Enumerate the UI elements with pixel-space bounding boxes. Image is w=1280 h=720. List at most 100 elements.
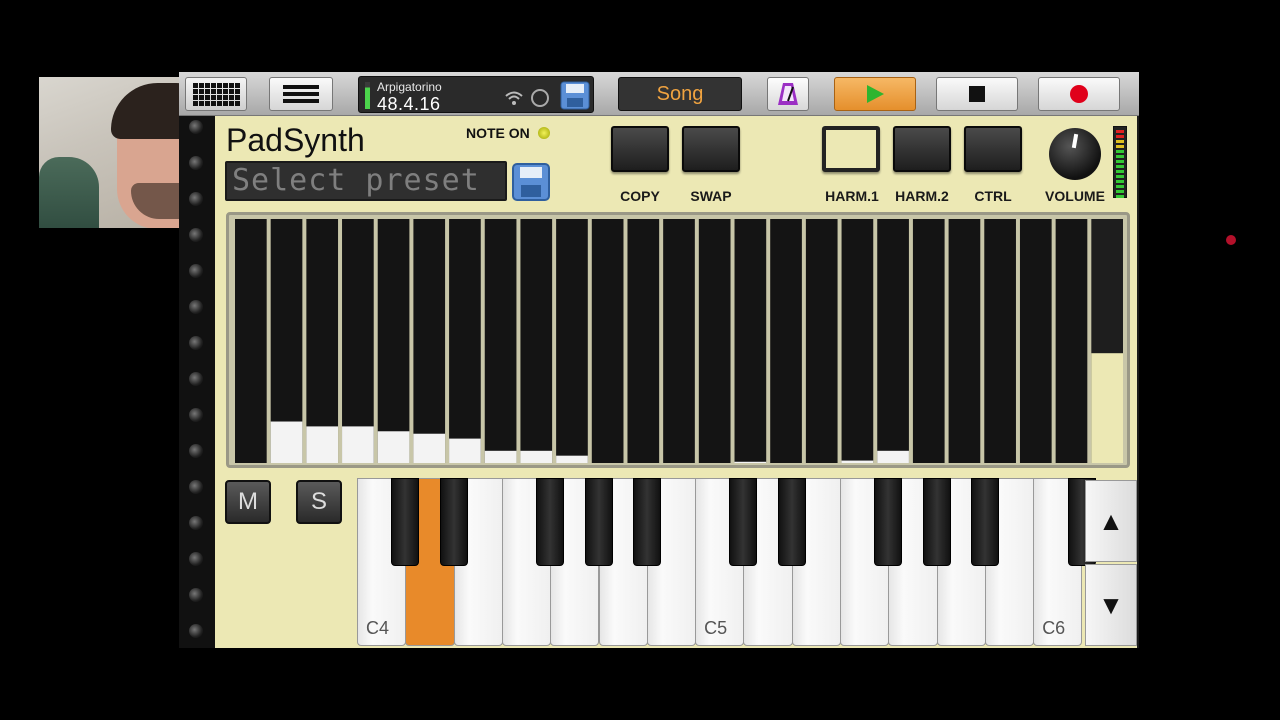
vu-segment [1116, 160, 1124, 163]
harmonics-bars[interactable] [233, 219, 1125, 463]
key-label: C5 [704, 618, 728, 638]
floppy-icon[interactable] [512, 163, 550, 201]
triangle-down-icon: ▼ [1098, 589, 1124, 620]
black-key[interactable] [729, 478, 758, 566]
metronome-button[interactable] [767, 77, 809, 111]
app-window: Arpigatorino 48.4.16 Song PadSynth NOTE … [179, 72, 1139, 648]
harmonic-bar[interactable] [948, 219, 981, 463]
ctrl-button[interactable] [964, 126, 1022, 172]
harmonic-bar[interactable] [235, 219, 267, 463]
harmonic-bar[interactable] [377, 219, 410, 463]
harmonic-bar[interactable] [877, 219, 909, 463]
harmonic-bar[interactable] [734, 219, 767, 463]
copy-label: COPY [620, 188, 660, 204]
preset-selector[interactable]: Select preset [225, 161, 507, 201]
mute-button[interactable]: M [225, 480, 271, 524]
harmonic-bar[interactable] [984, 219, 1016, 463]
harmonic-bar[interactable] [270, 219, 303, 463]
grid-button[interactable] [185, 77, 247, 111]
solo-button[interactable]: S [296, 480, 342, 524]
harmonic-bar[interactable] [805, 219, 838, 463]
swap-button[interactable] [682, 126, 740, 172]
vu-segment [1116, 150, 1124, 153]
piano-keyboard[interactable]: C4 C5 C6 [357, 478, 1096, 646]
knob-indicator [1071, 133, 1079, 149]
harmonic-bar[interactable] [1055, 219, 1088, 463]
menu-button[interactable] [269, 77, 333, 111]
song-info-display[interactable]: Arpigatorino 48.4.16 [358, 76, 594, 114]
rail-rivet [189, 624, 203, 638]
harmonic-level [306, 426, 339, 463]
black-key[interactable] [777, 478, 806, 566]
harmonic-level [841, 460, 874, 463]
harmonic-level [1091, 353, 1123, 463]
harmonic-bar[interactable] [698, 219, 731, 463]
harmonic-bar[interactable] [663, 219, 695, 463]
midi-icon [531, 89, 549, 107]
black-key[interactable] [439, 478, 468, 566]
top-toolbar: Arpigatorino 48.4.16 Song [179, 72, 1139, 116]
harmonic-level [484, 450, 517, 463]
rail-rivet [189, 120, 203, 134]
hamburger-icon [283, 85, 319, 103]
octave-down-button[interactable]: ▼ [1085, 564, 1137, 646]
vu-segment [1116, 145, 1124, 148]
harmonic-bar[interactable] [627, 219, 660, 463]
black-key[interactable] [922, 478, 951, 566]
rail-rivet [189, 228, 203, 242]
record-button[interactable] [1038, 77, 1120, 111]
song-button[interactable]: Song [618, 77, 742, 111]
volume-label: VOLUME [1045, 188, 1105, 204]
harmonic-bar[interactable] [591, 219, 624, 463]
level-meter [365, 82, 370, 109]
swap-label: SWAP [690, 188, 732, 204]
harmonic-bar[interactable] [912, 219, 945, 463]
harmonic-bar[interactable] [520, 219, 553, 463]
black-key[interactable] [632, 478, 661, 566]
harmonic-level [342, 426, 374, 463]
song-button-label: Song [656, 82, 704, 105]
cursor-dot [1226, 235, 1236, 245]
ctrl-label: CTRL [974, 188, 1012, 204]
vu-segment [1116, 140, 1124, 143]
black-key[interactable] [874, 478, 903, 566]
rail-rivet [189, 444, 203, 458]
volume-knob[interactable] [1049, 128, 1101, 180]
key-label: C6 [1042, 618, 1066, 638]
black-key[interactable] [970, 478, 999, 566]
harmonic-bar[interactable] [449, 219, 481, 463]
play-button[interactable] [834, 77, 916, 111]
webcam-overlay [39, 77, 191, 228]
rail-rivet [189, 192, 203, 206]
rail-rivet [189, 336, 203, 350]
vu-segment [1116, 135, 1124, 138]
black-key[interactable] [536, 478, 565, 566]
harmonic-bar[interactable] [841, 219, 874, 463]
rail-rivet [189, 300, 203, 314]
black-key[interactable] [584, 478, 613, 566]
harmonics-editor[interactable] [226, 212, 1130, 468]
harmonic-bar[interactable] [413, 219, 446, 463]
harmonic-bar[interactable] [1091, 219, 1123, 463]
harmonic-bar[interactable] [1019, 219, 1052, 463]
black-key[interactable] [391, 478, 420, 566]
vu-segment [1116, 170, 1124, 173]
screen: Arpigatorino 48.4.16 Song PadSynth NOTE … [0, 0, 1280, 720]
harmonic-bar[interactable] [556, 219, 588, 463]
wifi-icon [505, 91, 523, 105]
stop-button[interactable] [936, 77, 1018, 111]
padsynth-panel: PadSynth NOTE ON Select preset COPY SWAP… [215, 116, 1137, 648]
harm1-button[interactable] [822, 126, 880, 172]
triangle-up-icon: ▲ [1098, 505, 1124, 536]
octave-up-button[interactable]: ▲ [1085, 480, 1137, 562]
harmonic-bar[interactable] [770, 219, 802, 463]
harm2-label: HARM.2 [895, 188, 949, 204]
rail-rivet [189, 408, 203, 422]
harm2-button[interactable] [893, 126, 951, 172]
harmonic-bar[interactable] [342, 219, 374, 463]
copy-button[interactable] [611, 126, 669, 172]
harmonic-bar[interactable] [306, 219, 339, 463]
rail-rivet [189, 264, 203, 278]
harmonic-bar[interactable] [484, 219, 517, 463]
floppy-icon[interactable] [560, 81, 590, 110]
